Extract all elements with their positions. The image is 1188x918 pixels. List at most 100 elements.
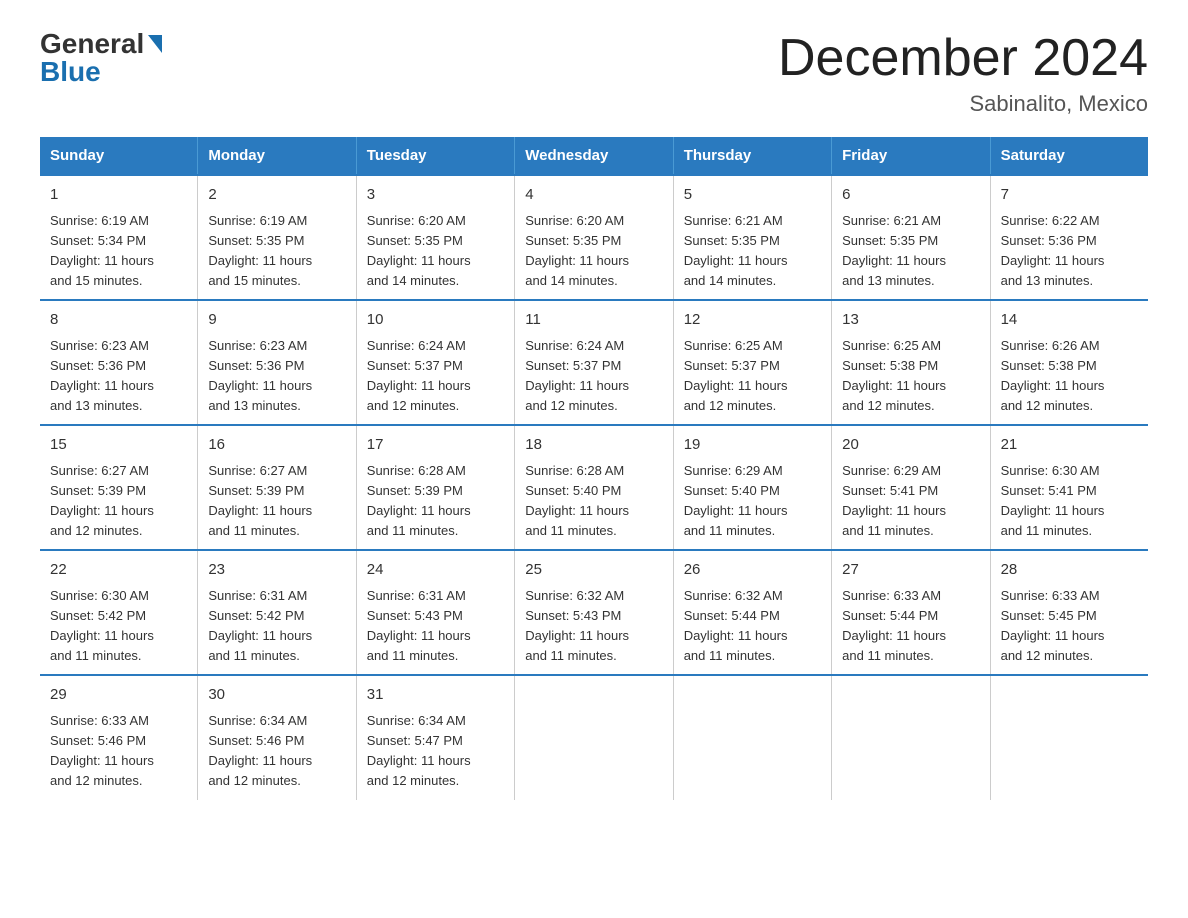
day-info: Sunrise: 6:19 AMSunset: 5:35 PMDaylight:…	[208, 211, 345, 292]
day-info: Sunrise: 6:29 AMSunset: 5:41 PMDaylight:…	[842, 461, 979, 542]
calendar-cell: 4 Sunrise: 6:20 AMSunset: 5:35 PMDaylight…	[515, 175, 673, 300]
day-info: Sunrise: 6:24 AMSunset: 5:37 PMDaylight:…	[525, 336, 662, 417]
title-block: December 2024 Sabinalito, Mexico	[778, 30, 1148, 117]
calendar-cell: 15 Sunrise: 6:27 AMSunset: 5:39 PMDayligh…	[40, 425, 198, 550]
day-info: Sunrise: 6:33 AMSunset: 5:45 PMDaylight:…	[1001, 586, 1138, 667]
day-info: Sunrise: 6:25 AMSunset: 5:38 PMDaylight:…	[842, 336, 979, 417]
calendar-subtitle: Sabinalito, Mexico	[778, 91, 1148, 117]
calendar-cell: 29 Sunrise: 6:33 AMSunset: 5:46 PMDayligh…	[40, 675, 198, 799]
day-header-wednesday: Wednesday	[515, 137, 673, 175]
day-number: 28	[1001, 559, 1138, 582]
calendar-week-row: 1 Sunrise: 6:19 AMSunset: 5:34 PMDaylight…	[40, 175, 1148, 300]
calendar-cell: 25Sunrise: 6:32 AMSunset: 5:43 PMDayligh…	[515, 550, 673, 675]
calendar-cell: 27 Sunrise: 6:33 AMSunset: 5:44 PMDayligh…	[832, 550, 990, 675]
day-number: 20	[842, 434, 979, 457]
day-info: Sunrise: 6:22 AMSunset: 5:36 PMDaylight:…	[1001, 211, 1138, 292]
day-info: Sunrise: 6:34 AMSunset: 5:47 PMDaylight:…	[367, 711, 504, 792]
day-number: 9	[208, 309, 345, 332]
calendar-week-row: 15 Sunrise: 6:27 AMSunset: 5:39 PMDayligh…	[40, 425, 1148, 550]
day-info: Sunrise: 6:28 AMSunset: 5:39 PMDaylight:…	[367, 461, 504, 542]
calendar-cell: 10 Sunrise: 6:24 AMSunset: 5:37 PMDayligh…	[356, 300, 514, 425]
day-number: 30	[208, 684, 345, 707]
page-header: General Blue December 2024 Sabinalito, M…	[40, 30, 1148, 117]
calendar-cell: 1 Sunrise: 6:19 AMSunset: 5:34 PMDaylight…	[40, 175, 198, 300]
day-info: Sunrise: 6:20 AMSunset: 5:35 PMDaylight:…	[525, 211, 662, 292]
day-number: 21	[1001, 434, 1138, 457]
calendar-cell: 30 Sunrise: 6:34 AMSunset: 5:46 PMDayligh…	[198, 675, 356, 799]
calendar-cell: 31 Sunrise: 6:34 AMSunset: 5:47 PMDayligh…	[356, 675, 514, 799]
calendar-cell: 14 Sunrise: 6:26 AMSunset: 5:38 PMDayligh…	[990, 300, 1148, 425]
day-info: Sunrise: 6:28 AMSunset: 5:40 PMDaylight:…	[525, 461, 662, 542]
day-info: Sunrise: 6:33 AMSunset: 5:44 PMDaylight:…	[842, 586, 979, 667]
calendar-cell: 12Sunrise: 6:25 AMSunset: 5:37 PMDayligh…	[673, 300, 831, 425]
day-header-friday: Friday	[832, 137, 990, 175]
calendar-header-row: SundayMondayTuesdayWednesdayThursdayFrid…	[40, 137, 1148, 175]
day-number: 4	[525, 184, 662, 207]
calendar-cell: 8Sunrise: 6:23 AMSunset: 5:36 PMDaylight…	[40, 300, 198, 425]
day-info: Sunrise: 6:23 AMSunset: 5:36 PMDaylight:…	[208, 336, 345, 417]
day-info: Sunrise: 6:31 AMSunset: 5:43 PMDaylight:…	[367, 586, 504, 667]
day-info: Sunrise: 6:26 AMSunset: 5:38 PMDaylight:…	[1001, 336, 1138, 417]
day-info: Sunrise: 6:32 AMSunset: 5:44 PMDaylight:…	[684, 586, 821, 667]
calendar-cell: 18 Sunrise: 6:28 AMSunset: 5:40 PMDayligh…	[515, 425, 673, 550]
day-info: Sunrise: 6:34 AMSunset: 5:46 PMDaylight:…	[208, 711, 345, 792]
day-info: Sunrise: 6:33 AMSunset: 5:46 PMDaylight:…	[50, 711, 187, 792]
logo: General Blue	[40, 30, 162, 86]
calendar-cell: 21 Sunrise: 6:30 AMSunset: 5:41 PMDayligh…	[990, 425, 1148, 550]
calendar-table: SundayMondayTuesdayWednesdayThursdayFrid…	[40, 137, 1148, 799]
calendar-cell: 6 Sunrise: 6:21 AMSunset: 5:35 PMDaylight…	[832, 175, 990, 300]
day-info: Sunrise: 6:30 AMSunset: 5:41 PMDaylight:…	[1001, 461, 1138, 542]
calendar-cell: 19 Sunrise: 6:29 AMSunset: 5:40 PMDayligh…	[673, 425, 831, 550]
day-number: 22	[50, 559, 187, 582]
day-number: 14	[1001, 309, 1138, 332]
day-info: Sunrise: 6:27 AMSunset: 5:39 PMDaylight:…	[50, 461, 187, 542]
day-info: Sunrise: 6:20 AMSunset: 5:35 PMDaylight:…	[367, 211, 504, 292]
day-number: 18	[525, 434, 662, 457]
calendar-cell	[990, 675, 1148, 799]
calendar-cell: 2 Sunrise: 6:19 AMSunset: 5:35 PMDaylight…	[198, 175, 356, 300]
day-info: Sunrise: 6:24 AMSunset: 5:37 PMDaylight:…	[367, 336, 504, 417]
calendar-cell: 26 Sunrise: 6:32 AMSunset: 5:44 PMDayligh…	[673, 550, 831, 675]
calendar-cell: 23Sunrise: 6:31 AMSunset: 5:42 PMDayligh…	[198, 550, 356, 675]
day-header-thursday: Thursday	[673, 137, 831, 175]
day-number: 23	[208, 559, 345, 582]
calendar-cell: 20 Sunrise: 6:29 AMSunset: 5:41 PMDayligh…	[832, 425, 990, 550]
day-number: 15	[50, 434, 187, 457]
day-number: 12	[684, 309, 821, 332]
day-number: 13	[842, 309, 979, 332]
day-number: 19	[684, 434, 821, 457]
day-number: 31	[367, 684, 504, 707]
calendar-cell: 7 Sunrise: 6:22 AMSunset: 5:36 PMDaylight…	[990, 175, 1148, 300]
day-number: 10	[367, 309, 504, 332]
day-header-sunday: Sunday	[40, 137, 198, 175]
day-number: 26	[684, 559, 821, 582]
day-number: 17	[367, 434, 504, 457]
day-header-tuesday: Tuesday	[356, 137, 514, 175]
calendar-cell: 5Sunrise: 6:21 AMSunset: 5:35 PMDaylight…	[673, 175, 831, 300]
day-info: Sunrise: 6:29 AMSunset: 5:40 PMDaylight:…	[684, 461, 821, 542]
calendar-cell	[832, 675, 990, 799]
day-info: Sunrise: 6:27 AMSunset: 5:39 PMDaylight:…	[208, 461, 345, 542]
calendar-cell	[515, 675, 673, 799]
calendar-cell: 9 Sunrise: 6:23 AMSunset: 5:36 PMDaylight…	[198, 300, 356, 425]
logo-arrow-icon	[148, 35, 162, 53]
calendar-cell: 17 Sunrise: 6:28 AMSunset: 5:39 PMDayligh…	[356, 425, 514, 550]
day-number: 24	[367, 559, 504, 582]
day-info: Sunrise: 6:19 AMSunset: 5:34 PMDaylight:…	[50, 211, 187, 292]
day-number: 29	[50, 684, 187, 707]
calendar-cell: 3Sunrise: 6:20 AMSunset: 5:35 PMDaylight…	[356, 175, 514, 300]
day-number: 27	[842, 559, 979, 582]
day-number: 1	[50, 184, 187, 207]
calendar-cell: 11 Sunrise: 6:24 AMSunset: 5:37 PMDayligh…	[515, 300, 673, 425]
day-info: Sunrise: 6:32 AMSunset: 5:43 PMDaylight:…	[525, 586, 662, 667]
day-number: 11	[525, 309, 662, 332]
day-info: Sunrise: 6:21 AMSunset: 5:35 PMDaylight:…	[842, 211, 979, 292]
calendar-cell	[673, 675, 831, 799]
day-number: 6	[842, 184, 979, 207]
calendar-cell: 28 Sunrise: 6:33 AMSunset: 5:45 PMDayligh…	[990, 550, 1148, 675]
calendar-cell: 22Sunrise: 6:30 AMSunset: 5:42 PMDayligh…	[40, 550, 198, 675]
day-info: Sunrise: 6:23 AMSunset: 5:36 PMDaylight:…	[50, 336, 187, 417]
day-number: 16	[208, 434, 345, 457]
day-number: 7	[1001, 184, 1138, 207]
day-number: 2	[208, 184, 345, 207]
